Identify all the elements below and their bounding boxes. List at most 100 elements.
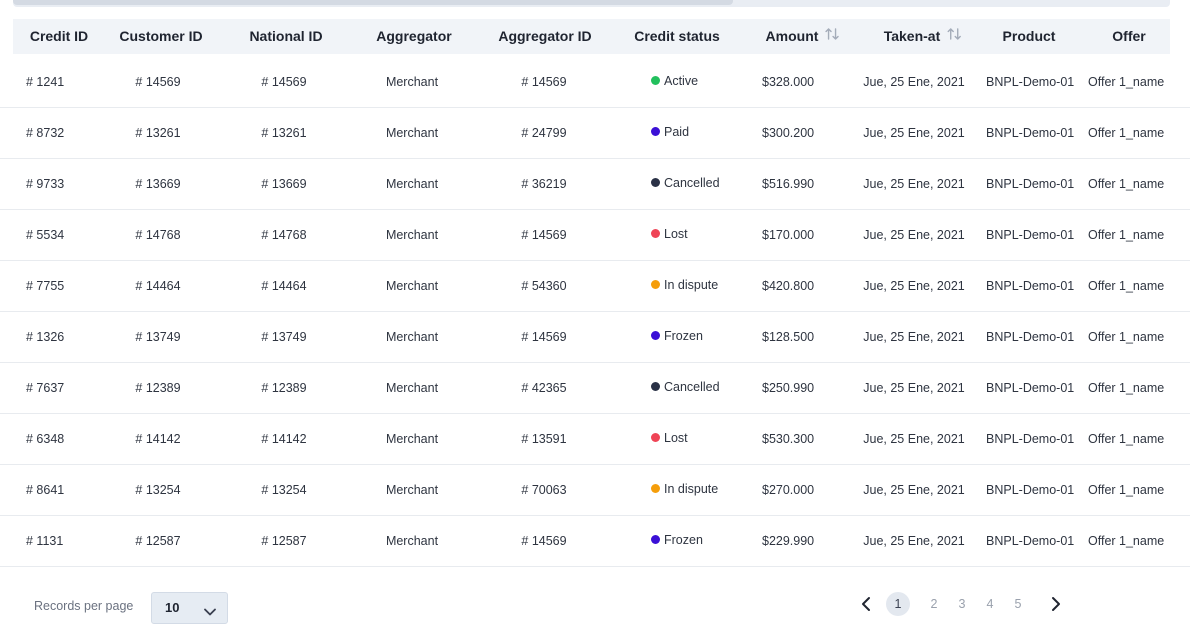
cell-credit-status: Cancelled	[651, 176, 720, 190]
cell-customer-id: # 14569	[135, 75, 181, 89]
table-row[interactable]: # 1326 # 13749 # 13749 Merchant # 14569 Froze…	[0, 312, 1190, 363]
records-per-page-value: 10	[165, 600, 180, 615]
column-header-credit-id: Credit ID	[30, 19, 88, 54]
column-header-credit-status: Credit status	[634, 19, 720, 54]
status-badge: Lost	[664, 431, 688, 445]
cell-national-id: # 13669	[261, 177, 307, 191]
status-dot-icon	[651, 229, 660, 238]
table-row[interactable]: # 8641 # 13254 # 13254 Merchant # 70063 In di…	[0, 465, 1190, 516]
cell-credit-status: Lost	[651, 227, 688, 241]
cell-credit-status: Active	[651, 74, 698, 88]
cell-national-id: # 13254	[261, 483, 307, 497]
table-row[interactable]: # 6348 # 14142 # 14142 Merchant # 13591 Lost $…	[0, 414, 1190, 465]
status-dot-icon	[651, 433, 660, 442]
cell-aggregator: Merchant	[385, 381, 439, 395]
cell-credit-status: Frozen	[651, 329, 703, 343]
cell-taken-at: Jue, 25 Ene, 2021	[863, 75, 965, 89]
column-header-label: Offer	[1112, 28, 1146, 44]
column-header-label: Aggregator ID	[498, 28, 592, 44]
cell-taken-at: Jue, 25 Ene, 2021	[863, 483, 965, 497]
table-row[interactable]: # 7637 # 12389 # 12389 Merchant # 42365 Cance…	[0, 363, 1190, 414]
cell-product: BNPL-Demo-01	[986, 381, 1075, 395]
cell-product: BNPL-Demo-01	[986, 483, 1075, 497]
cell-credit-id: # 1326	[26, 330, 65, 344]
status-badge: In dispute	[664, 482, 719, 496]
column-header-amount[interactable]: Amount	[766, 19, 841, 54]
cell-aggregator-id: # 14569	[521, 228, 567, 242]
cell-aggregator: Merchant	[385, 534, 439, 548]
scrollbar-thumb[interactable]	[13, 0, 733, 5]
cell-customer-id: # 12587	[135, 534, 181, 548]
cell-offer: Offer 1_name	[1088, 177, 1165, 191]
column-header-label: Credit status	[634, 28, 720, 44]
cell-amount: $229.990	[762, 534, 815, 548]
cell-credit-status: Frozen	[651, 533, 703, 547]
status-dot-icon	[651, 382, 660, 391]
column-header-taken-at[interactable]: Taken-at	[884, 19, 963, 54]
next-page-button[interactable]	[1049, 596, 1063, 612]
cell-taken-at: Jue, 25 Ene, 2021	[863, 432, 965, 446]
cell-taken-at: Jue, 25 Ene, 2021	[863, 228, 965, 242]
page-2-button[interactable]: 2	[922, 592, 946, 616]
column-header-offer: Offer	[1112, 19, 1145, 54]
column-header-national-id: National ID	[249, 19, 322, 54]
cell-amount: $516.990	[762, 177, 815, 191]
cell-aggregator: Merchant	[385, 75, 439, 89]
sort-arrows-icon[interactable]	[824, 19, 840, 54]
table-row[interactable]: # 1241 # 14569 # 14569 Merchant # 14569 Activ…	[0, 57, 1190, 108]
table-row[interactable]: # 5534 # 14768 # 14768 Merchant # 14569 Lost $…	[0, 210, 1190, 261]
page-3-button[interactable]: 3	[950, 592, 974, 616]
table-header: Credit ID Customer ID National ID Aggregato…	[13, 19, 1170, 54]
cell-amount: $250.990	[762, 381, 815, 395]
status-dot-icon	[651, 535, 660, 544]
cell-taken-at: Jue, 25 Ene, 2021	[863, 330, 965, 344]
column-header-customer-id: Customer ID	[119, 19, 202, 54]
page-4-button[interactable]: 4	[978, 592, 1002, 616]
cell-amount: $270.000	[762, 483, 815, 497]
cell-national-id: # 13261	[261, 126, 307, 140]
cell-credit-id: # 7637	[26, 381, 65, 395]
cell-aggregator: Merchant	[385, 330, 439, 344]
cell-credit-id: # 7755	[26, 279, 65, 293]
column-header-label: National ID	[249, 28, 323, 44]
page-5-button[interactable]: 5	[1006, 592, 1030, 616]
cell-national-id: # 12587	[261, 534, 307, 548]
cell-offer: Offer 1_name	[1088, 279, 1165, 293]
cell-credit-id: # 8641	[26, 483, 65, 497]
cell-customer-id: # 14464	[135, 279, 181, 293]
table-row[interactable]: # 9733 # 13669 # 13669 Merchant # 36219 Cance…	[0, 159, 1190, 210]
horizontal-scrollbar[interactable]	[13, 0, 1170, 7]
table-row[interactable]: # 7755 # 14464 # 14464 Merchant # 54360 In di…	[0, 261, 1190, 312]
sort-arrows-icon[interactable]	[946, 19, 962, 54]
cell-offer: Offer 1_name	[1088, 75, 1165, 89]
cell-product: BNPL-Demo-01	[986, 75, 1075, 89]
column-header-label: Taken-at	[883, 28, 941, 44]
cell-national-id: # 14464	[261, 279, 307, 293]
column-header-label: Aggregator	[376, 28, 452, 44]
records-per-page-select[interactable]: 10	[151, 592, 228, 624]
column-header-label: Customer ID	[119, 28, 203, 44]
cell-amount: $530.300	[762, 432, 815, 446]
status-dot-icon	[651, 331, 660, 340]
cell-aggregator: Merchant	[385, 432, 439, 446]
cell-credit-status: In dispute	[651, 278, 718, 292]
cell-aggregator-id: # 14569	[521, 330, 567, 344]
cell-national-id: # 14142	[261, 432, 307, 446]
table-row[interactable]: # 8732 # 13261 # 13261 Merchant # 24799 Paid $…	[0, 108, 1190, 159]
prev-page-button[interactable]	[859, 596, 873, 612]
cell-product: BNPL-Demo-01	[986, 126, 1075, 140]
table-row[interactable]: # 1131 # 12587 # 12587 Merchant # 14569 Froze…	[0, 516, 1190, 567]
cell-customer-id: # 14142	[135, 432, 181, 446]
column-header-label: Credit ID	[29, 28, 89, 44]
cell-taken-at: Jue, 25 Ene, 2021	[863, 534, 965, 548]
page-1-button[interactable]: 1	[886, 592, 910, 616]
cell-credit-id: # 1131	[26, 534, 64, 548]
column-header-aggregator-id: Aggregator ID	[498, 19, 591, 54]
status-dot-icon	[651, 127, 660, 136]
cell-national-id: # 12389	[261, 381, 307, 395]
cell-aggregator-id: # 14569	[521, 75, 567, 89]
cell-credit-id: # 9733	[26, 177, 65, 191]
cell-offer: Offer 1_name	[1088, 126, 1165, 140]
cell-aggregator-id: # 70063	[521, 483, 567, 497]
cell-aggregator-id: # 24799	[521, 126, 567, 140]
